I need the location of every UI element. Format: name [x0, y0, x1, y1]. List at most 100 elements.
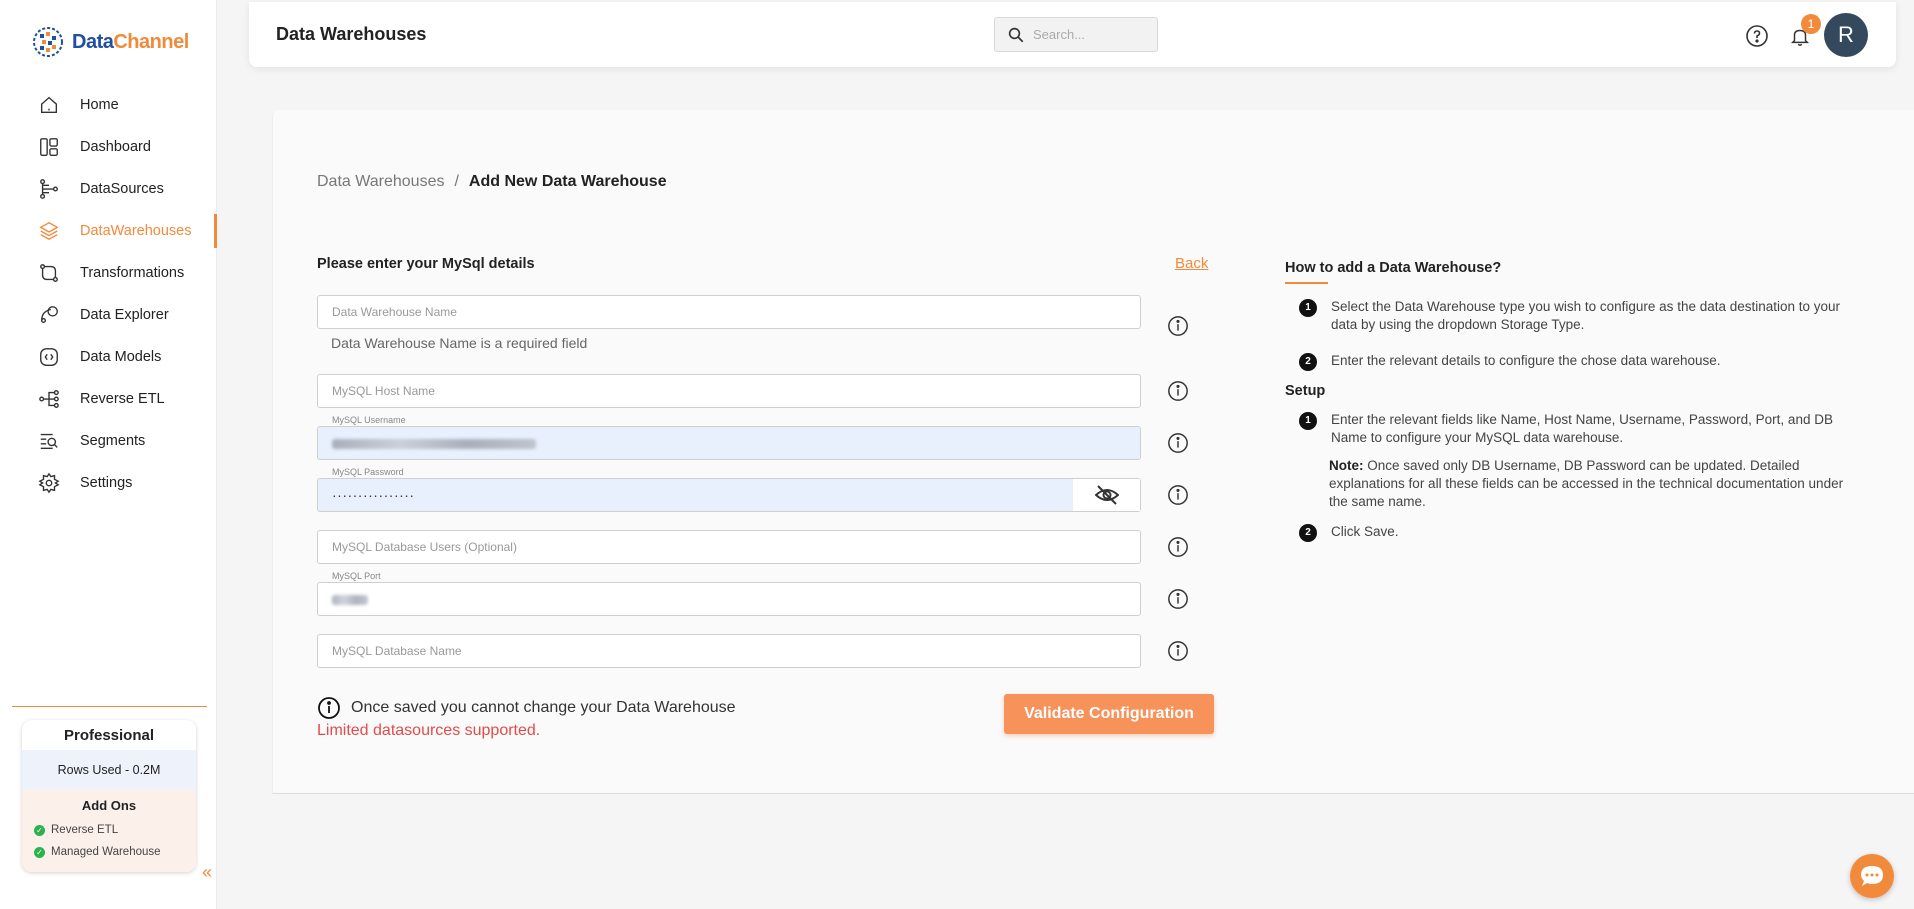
- sidebar-item-data-explorer[interactable]: Data Explorer: [0, 294, 217, 336]
- chat-button[interactable]: [1850, 854, 1894, 898]
- sidebar-item-datasources[interactable]: DataSources: [0, 168, 217, 210]
- sidebar-item-label: Dashboard: [80, 139, 151, 155]
- step-number: 1: [1299, 299, 1317, 317]
- sidebar-item-label: DataWarehouses: [80, 223, 192, 239]
- sidebar-item-label: Segments: [80, 433, 146, 449]
- sidebar-divider: [12, 706, 207, 707]
- reverse-etl-icon: [39, 390, 59, 408]
- sidebar-item-label: Data Models: [80, 349, 162, 365]
- sidebar: DataChannel Home Dashboard DataSources D…: [0, 0, 217, 909]
- search-icon: [1008, 27, 1024, 42]
- blurred-port-value: [332, 595, 368, 605]
- host-name-field: [317, 374, 1141, 408]
- step-number: 2: [1299, 524, 1317, 542]
- warehouse-name-input[interactable]: [318, 296, 1140, 328]
- setup-step: 1 Enter the relevant fields like Name, H…: [1285, 411, 1865, 447]
- toggle-password-visibility[interactable]: [1072, 479, 1140, 511]
- limited-datasources-text: Limited datasources supported.: [317, 722, 541, 739]
- sidebar-item-dashboard[interactable]: Dashboard: [0, 126, 217, 168]
- addons-section: Add Ons ✓ Reverse ETL ✓ Managed Warehouse: [22, 790, 196, 872]
- topbar: Data Warehouses 1 R: [249, 2, 1896, 67]
- back-link[interactable]: Back: [1175, 255, 1208, 272]
- datasources-icon: [40, 179, 58, 199]
- check-icon: ✓: [34, 846, 45, 858]
- plan-title: Professional: [63, 726, 155, 744]
- username-field[interactable]: MySQL Username: [317, 415, 1141, 460]
- info-icon[interactable]: [1167, 588, 1189, 610]
- password-field[interactable]: MySQL Password ················: [317, 467, 1141, 512]
- breadcrumb: Data Warehouses / Add New Data Warehouse: [317, 173, 667, 191]
- db-users-input[interactable]: [318, 531, 1140, 563]
- home-icon: [40, 96, 58, 114]
- layers-icon: [39, 221, 59, 241]
- sidebar-item-data-models[interactable]: Data Models: [0, 336, 217, 378]
- info-icon[interactable]: [1167, 536, 1189, 558]
- host-name-input[interactable]: [318, 375, 1140, 407]
- password-value: ················: [332, 487, 415, 503]
- models-icon: [40, 348, 58, 366]
- help-panel: How to add a Data Warehouse? 1 Select th…: [1285, 260, 1865, 542]
- form-title: Please enter your MySql details: [317, 256, 535, 272]
- sidebar-item-label: Home: [80, 97, 119, 113]
- breadcrumb-parent[interactable]: Data Warehouses: [317, 173, 444, 191]
- port-label: MySQL Port: [332, 571, 381, 581]
- segments-icon: [40, 433, 58, 450]
- page-title: Data Warehouses: [276, 24, 427, 44]
- help-icon[interactable]: [1745, 24, 1769, 48]
- db-name-field: [317, 634, 1141, 668]
- breadcrumb-separator: /: [454, 173, 459, 190]
- addon-item: ✓ Reverse ETL: [22, 819, 196, 841]
- setup-step: 2 Click Save.: [1285, 523, 1865, 542]
- db-users-field: [317, 530, 1141, 564]
- info-icon[interactable]: [1167, 432, 1189, 454]
- db-name-input[interactable]: [318, 635, 1140, 667]
- search-box[interactable]: [994, 17, 1158, 52]
- validate-configuration-button[interactable]: Validate Configuration: [1004, 694, 1214, 734]
- username-label: MySQL Username: [332, 415, 406, 425]
- chat-icon: [1861, 866, 1883, 886]
- sidebar-item-settings[interactable]: Settings: [0, 462, 217, 504]
- sidebar-item-reverse-etl[interactable]: Reverse ETL: [0, 378, 217, 420]
- help-title-underline: [1285, 282, 1328, 284]
- addons-title: Add Ons: [81, 798, 137, 813]
- info-icon[interactable]: [1167, 380, 1189, 402]
- warning-note-text: Once saved you cannot change your Data W…: [351, 699, 736, 716]
- sidebar-item-label: Reverse ETL: [80, 391, 165, 407]
- sidebar-item-datawarehouses[interactable]: DataWarehouses: [0, 210, 217, 252]
- help-step: 2 Enter the relevant details to configur…: [1285, 352, 1865, 371]
- eye-off-icon: [1094, 485, 1119, 505]
- setup-note: Note: Once saved only DB Username, DB Pa…: [1329, 458, 1844, 509]
- info-icon[interactable]: [1167, 640, 1189, 662]
- name-error-text: Data Warehouse Name is a required field: [331, 335, 588, 351]
- sidebar-item-segments[interactable]: Segments: [0, 420, 217, 462]
- warning-note: Once saved you cannot change your Data W…: [317, 696, 736, 720]
- logo-text: DataChannel: [72, 30, 189, 53]
- gear-icon: [38, 472, 60, 494]
- search-input[interactable]: [1033, 27, 1143, 42]
- info-icon: [318, 697, 340, 719]
- setup-title: Setup: [1285, 383, 1326, 399]
- sidebar-item-transformations[interactable]: Transformations: [0, 252, 217, 294]
- addon-item: ✓ Managed Warehouse: [22, 841, 196, 863]
- help-step: 1 Select the Data Warehouse type you wis…: [1285, 298, 1865, 334]
- sidebar-item-label: DataSources: [80, 181, 164, 197]
- avatar[interactable]: R: [1824, 13, 1868, 57]
- datachannel-logo-icon: [33, 27, 63, 57]
- transform-icon: [40, 264, 58, 282]
- sidebar-item-label: Data Explorer: [80, 307, 169, 323]
- collapse-sidebar-icon[interactable]: «: [202, 862, 212, 883]
- sidebar-nav: Home Dashboard DataSources DataWarehouse…: [0, 84, 217, 504]
- info-icon[interactable]: [1167, 315, 1189, 337]
- logo[interactable]: DataChannel: [30, 24, 189, 60]
- port-field[interactable]: MySQL Port: [317, 571, 1141, 616]
- sidebar-item-home[interactable]: Home: [0, 84, 217, 126]
- step-number: 1: [1299, 412, 1317, 430]
- info-icon[interactable]: [1167, 484, 1189, 506]
- step-number: 2: [1299, 353, 1317, 371]
- dashboard-icon: [40, 138, 58, 156]
- plan-card: Professional Rows Used - 0.2M Add Ons ✓ R…: [22, 720, 196, 872]
- check-icon: ✓: [34, 824, 45, 836]
- password-label: MySQL Password: [332, 467, 404, 477]
- explorer-icon: [40, 306, 58, 324]
- sidebar-item-label: Settings: [80, 475, 133, 491]
